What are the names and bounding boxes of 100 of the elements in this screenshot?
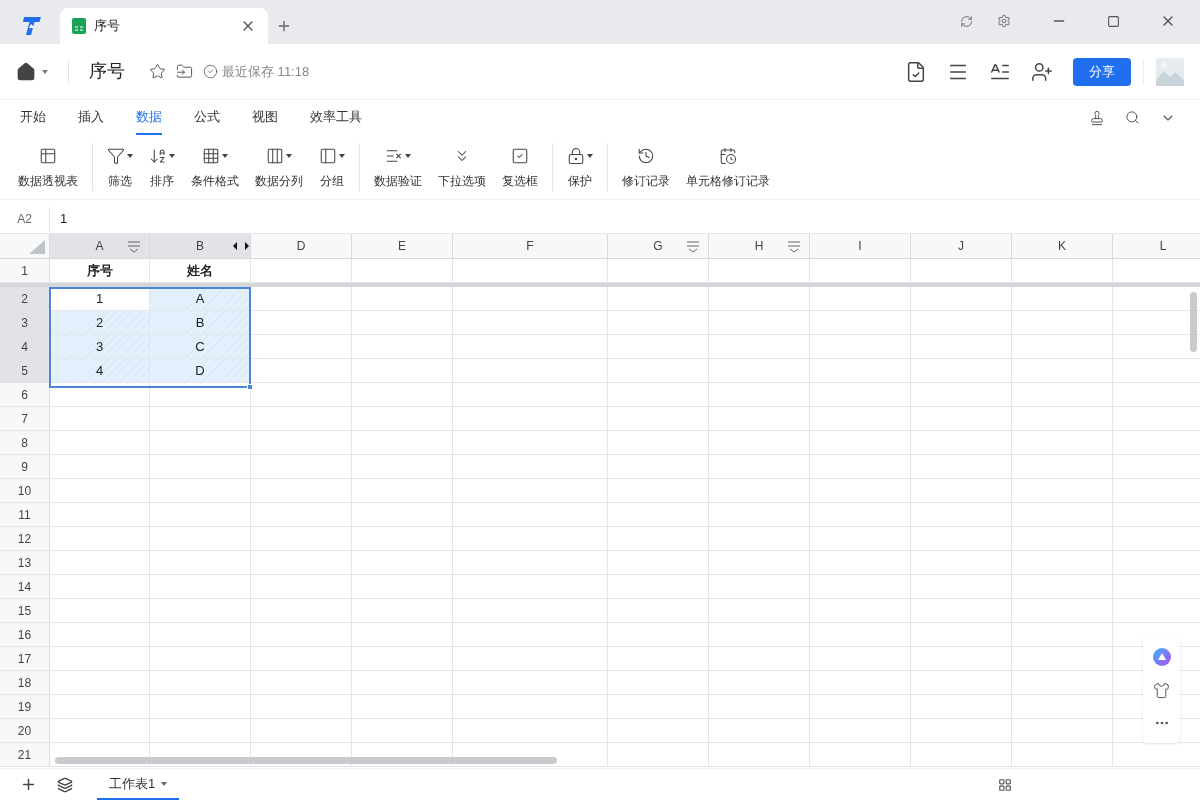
menu-tab[interactable]: 开始 xyxy=(20,100,46,135)
search-icon[interactable] xyxy=(1125,110,1140,125)
row-number[interactable]: 17 xyxy=(0,647,50,670)
row-number[interactable]: 12 xyxy=(0,527,50,550)
menu-tab[interactable]: 效率工具 xyxy=(310,100,362,135)
row-number[interactable]: 16 xyxy=(0,623,50,646)
filter-icon[interactable] xyxy=(787,241,801,253)
ribbon-button[interactable]: 下拉选项 xyxy=(432,144,492,190)
add-sheet-icon[interactable] xyxy=(20,776,37,793)
column-header[interactable]: I xyxy=(810,234,911,258)
row-number[interactable]: 10 xyxy=(0,479,50,502)
ribbon-button[interactable]: 复选框 xyxy=(496,144,544,190)
ribbon-button[interactable]: 数据透视表 xyxy=(12,144,84,190)
maximize-icon[interactable] xyxy=(1107,14,1120,28)
ribbon-button[interactable]: 数据分列 xyxy=(249,144,309,190)
row-number[interactable]: 6 xyxy=(0,383,50,406)
row-number[interactable]: 4 xyxy=(0,335,50,358)
row-number[interactable]: 19 xyxy=(0,695,50,718)
hidden-column-icon[interactable] xyxy=(232,242,250,250)
ribbon-button[interactable]: 单元格修订记录 xyxy=(680,144,776,190)
row-number[interactable]: 20 xyxy=(0,719,50,742)
row-number[interactable]: 11 xyxy=(0,503,50,526)
menu-tab[interactable]: 视图 xyxy=(252,100,278,135)
history-icon xyxy=(637,147,655,165)
filter-icon[interactable] xyxy=(127,241,141,253)
row-number[interactable]: 14 xyxy=(0,575,50,598)
columns-icon xyxy=(266,147,284,165)
share-button[interactable]: 分享 xyxy=(1073,57,1131,86)
column-header[interactable]: H xyxy=(709,234,810,258)
column-header[interactable]: G xyxy=(608,234,709,258)
stamp-icon[interactable] xyxy=(1089,109,1105,126)
table-cell-text: 序号 xyxy=(86,261,113,280)
caret-icon xyxy=(127,154,133,158)
layers-icon[interactable] xyxy=(57,776,73,793)
formula-field[interactable]: 1 xyxy=(60,208,68,229)
table-icon xyxy=(39,147,57,165)
table-cell-text: 1 xyxy=(95,289,104,308)
settings-icon[interactable] xyxy=(997,14,1011,28)
logo-icon xyxy=(20,15,44,37)
star-icon[interactable] xyxy=(149,63,166,80)
row-number[interactable]: 3 xyxy=(0,311,50,334)
menu-tab[interactable]: 数据 xyxy=(136,100,162,135)
document-check-icon[interactable] xyxy=(905,60,927,83)
column-header[interactable]: K xyxy=(1012,234,1113,258)
row-number[interactable]: 13 xyxy=(0,551,50,574)
ribbon-button[interactable]: 数据验证 xyxy=(368,144,428,190)
caret-icon xyxy=(339,154,345,158)
table-cell-text: 3 xyxy=(95,337,104,356)
menu-tab[interactable]: 公式 xyxy=(194,100,220,135)
shirt-icon[interactable] xyxy=(1153,682,1170,699)
cell-reference[interactable]: A2 xyxy=(0,206,50,231)
row-number[interactable]: 18 xyxy=(0,671,50,694)
ribbon-button[interactable]: 筛选 xyxy=(101,144,139,190)
assistant-icon[interactable] xyxy=(1152,648,1171,666)
table-cell-text: 4 xyxy=(95,361,104,380)
new-tab-icon[interactable] xyxy=(276,18,292,34)
menu-tab[interactable]: 插入 xyxy=(78,100,104,135)
row-number[interactable]: 8 xyxy=(0,431,50,454)
saved-icon xyxy=(203,64,218,79)
caret-icon[interactable] xyxy=(42,69,48,74)
ribbon-button[interactable]: 分组 xyxy=(313,144,351,190)
column-header[interactable]: B xyxy=(150,234,251,258)
row-number[interactable]: 15 xyxy=(0,599,50,622)
row-number[interactable]: 21 xyxy=(0,743,50,766)
horizontal-scrollbar[interactable] xyxy=(55,757,557,764)
caret-icon xyxy=(222,154,228,158)
column-header[interactable]: F xyxy=(453,234,608,258)
move-icon[interactable] xyxy=(176,63,193,80)
ribbon-button[interactable]: 保护 xyxy=(561,144,599,190)
row-number[interactable]: 5 xyxy=(0,359,50,382)
ribbon-button[interactable]: 排序 xyxy=(143,144,181,190)
document-title[interactable]: 序号 xyxy=(89,58,125,85)
row-number[interactable]: 9 xyxy=(0,455,50,478)
ribbon-button[interactable]: 修订记录 xyxy=(616,144,676,190)
caret-icon xyxy=(161,781,168,786)
clock-icon xyxy=(719,147,737,165)
sort-icon xyxy=(149,147,167,165)
column-header[interactable]: D xyxy=(251,234,352,258)
table-cell-text: A xyxy=(195,289,205,308)
column-header[interactable]: J xyxy=(911,234,1012,258)
checkbox-icon xyxy=(511,147,529,165)
table-cell-text: 姓名 xyxy=(187,261,213,280)
sync-icon[interactable] xyxy=(960,14,973,28)
filter-icon[interactable] xyxy=(686,241,700,253)
column-header[interactable]: A xyxy=(50,234,150,258)
row-number[interactable]: 7 xyxy=(0,407,50,430)
row-number[interactable]: 2 xyxy=(0,287,50,310)
sheet-icon xyxy=(72,18,86,34)
document-tab[interactable]: 序号 xyxy=(60,8,268,44)
column-header[interactable]: L xyxy=(1113,234,1200,258)
grid-view-icon[interactable] xyxy=(998,777,1012,792)
sheet-tab[interactable]: 工作表1 xyxy=(97,769,180,800)
add-user-icon[interactable] xyxy=(1031,60,1053,83)
home-icon[interactable] xyxy=(16,61,36,82)
list-icon xyxy=(385,147,403,165)
vertical-scrollbar[interactable] xyxy=(1190,292,1197,352)
ribbon-button[interactable]: 条件格式 xyxy=(185,144,245,190)
table-cell-text: D xyxy=(195,361,205,380)
row-number[interactable]: 1 xyxy=(0,259,50,282)
column-header[interactable]: E xyxy=(352,234,453,258)
